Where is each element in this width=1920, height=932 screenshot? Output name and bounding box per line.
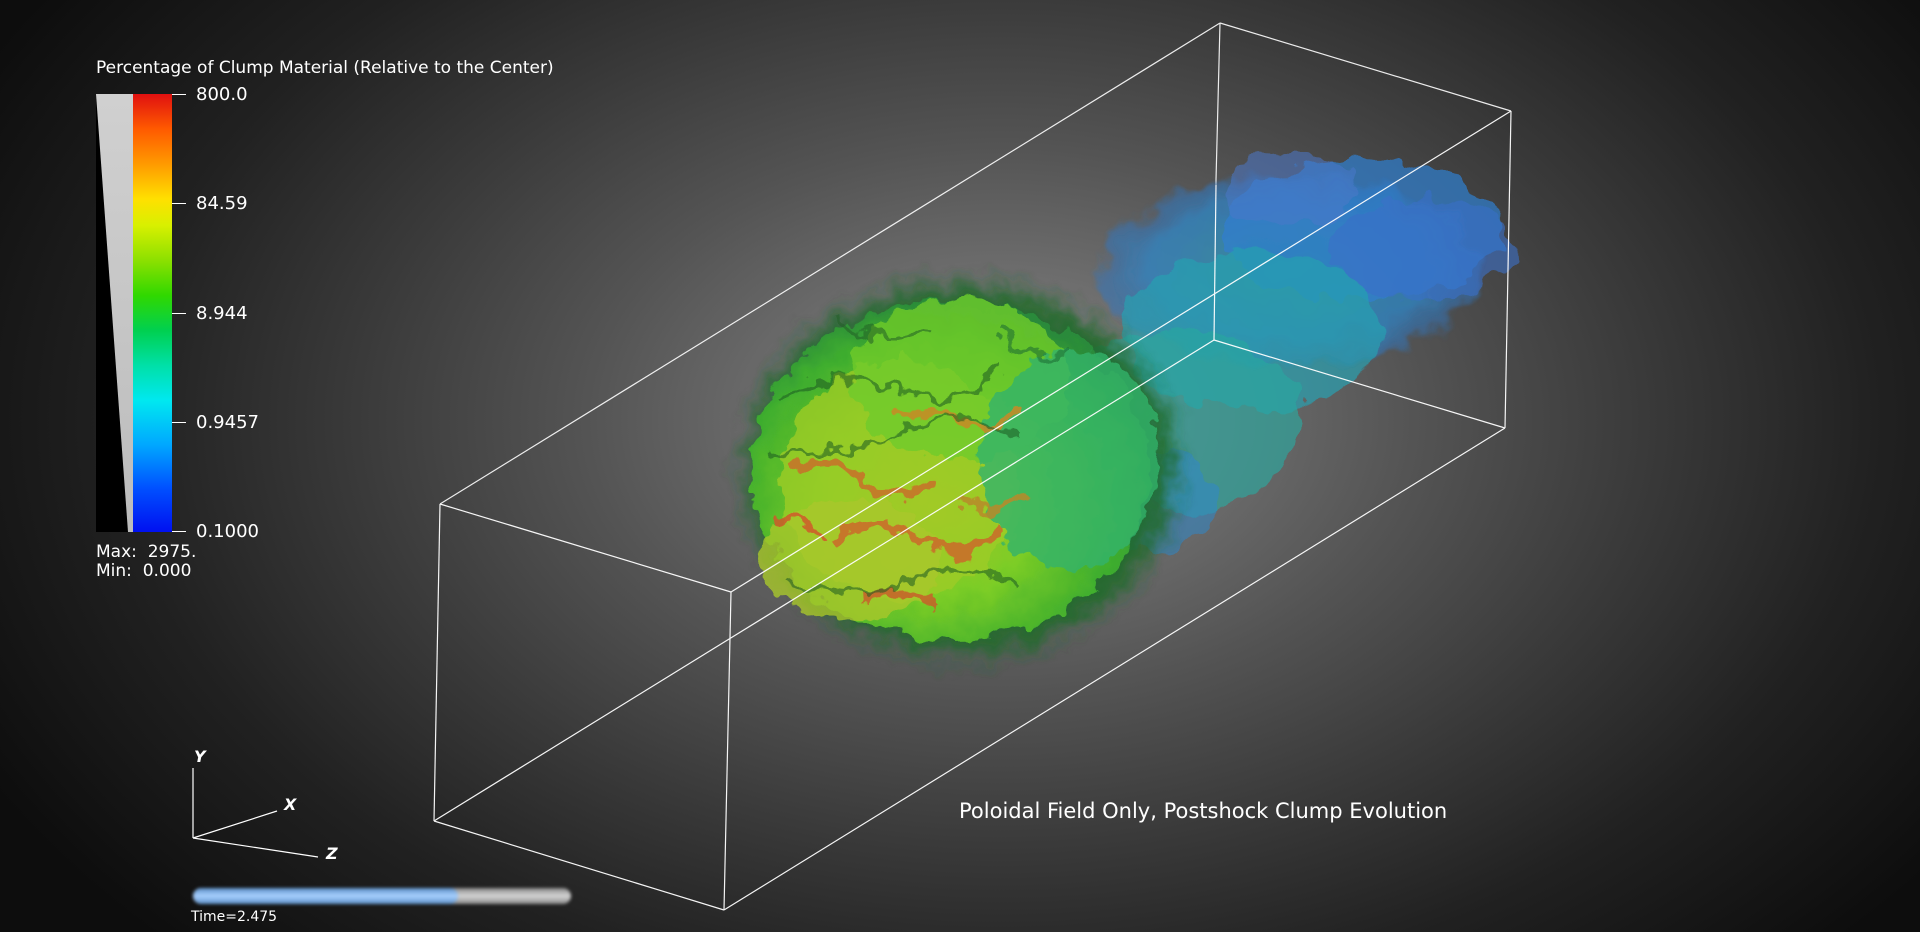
legend-min: Min: 0.000 [96, 561, 191, 581]
legend-max: Max: 2975. [96, 542, 196, 562]
legend-color-bar [133, 94, 172, 532]
axis-label-z: Z [326, 844, 338, 863]
time-label: Time=2.475 [191, 909, 278, 925]
legend-min-label: Min: [96, 561, 132, 581]
legend-tick [172, 94, 186, 95]
legend-tick-label: 0.1000 [196, 521, 259, 542]
legend-opacity-wedge [96, 94, 133, 532]
legend-tick [172, 422, 186, 423]
legend-tick [172, 531, 186, 532]
legend-tick-label: 0.9457 [196, 412, 259, 433]
clump-body [745, 285, 1175, 655]
visualization-viewport[interactable]: Percentage of Clump Material (Relative t… [0, 0, 1920, 932]
scene-caption: Poloidal Field Only, Postshock Clump Evo… [959, 799, 1448, 823]
legend-max-label: Max: [96, 542, 137, 562]
axis-label-y: Y [194, 747, 206, 766]
render-scene [96, 22, 1512, 911]
legend-min-value: 0.000 [142, 561, 192, 581]
time-slider-fill [193, 888, 458, 904]
legend-max-value: 2975. [147, 542, 197, 562]
legend-tick [172, 203, 186, 204]
legend-tick-label: 800.0 [196, 84, 248, 105]
orientation-axes [192, 768, 319, 858]
legend-tick-label: 84.59 [196, 193, 248, 214]
time-slider[interactable] [193, 888, 571, 904]
axis-label-x: X [284, 795, 297, 814]
legend-title: Percentage of Clump Material (Relative t… [96, 58, 554, 78]
legend-tick [172, 313, 186, 314]
legend-tick-label: 8.944 [196, 303, 248, 324]
